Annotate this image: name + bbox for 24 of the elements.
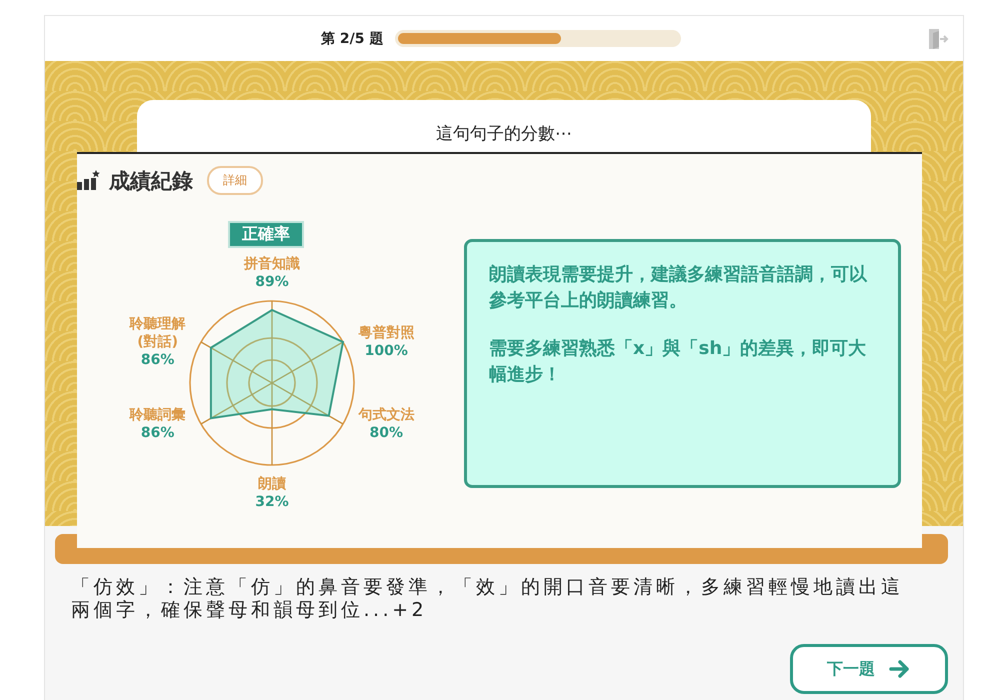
comment-text: 需要多練習熟悉「x」與「sh」的差異，即可大幅進步！ [489, 337, 868, 387]
axis-score: 32% [255, 493, 289, 511]
axis-label: 朗讀 [258, 475, 286, 493]
exit-icon[interactable] [927, 27, 949, 51]
feedback-text: 「仿效」：注意「仿」的鼻音要發準，「效」的開口音要清晰，多練習輕慢地讀出這兩個字，確保聲母和韻母到位...+2 [71, 576, 904, 622]
axis-score: 80% [370, 424, 404, 442]
bar-chart-star-icon [77, 170, 101, 192]
axis-label: 聆聽詞彙 [130, 406, 186, 424]
next-button[interactable]: 下一題 [790, 644, 948, 694]
arrow-right-icon [889, 660, 911, 678]
details-button[interactable]: 詳細 [207, 166, 263, 195]
accuracy-label: 正確率 [228, 221, 304, 248]
axis-label: 聆聽理解 (對話) [130, 314, 186, 351]
axis-score: 89% [255, 273, 289, 291]
question-counter: 第 2/5 題 [321, 30, 384, 48]
axis-score: 86% [140, 350, 174, 369]
axis-score: 100% [364, 342, 408, 360]
axis-score: 86% [140, 424, 174, 442]
report-title: 成績紀錄 [109, 168, 193, 194]
axis-label: 粵普對照 [358, 324, 414, 342]
axis-label: 拼音知識 [244, 255, 300, 273]
comment-text: 朗讀表現需要提升，建議多練習語音語調，可以參考平台上的朗讀練習。 [489, 263, 868, 313]
sentence-score-title: 這句句子的分數⋯ [436, 123, 572, 146]
axis-label: 句式文法 [358, 406, 414, 424]
